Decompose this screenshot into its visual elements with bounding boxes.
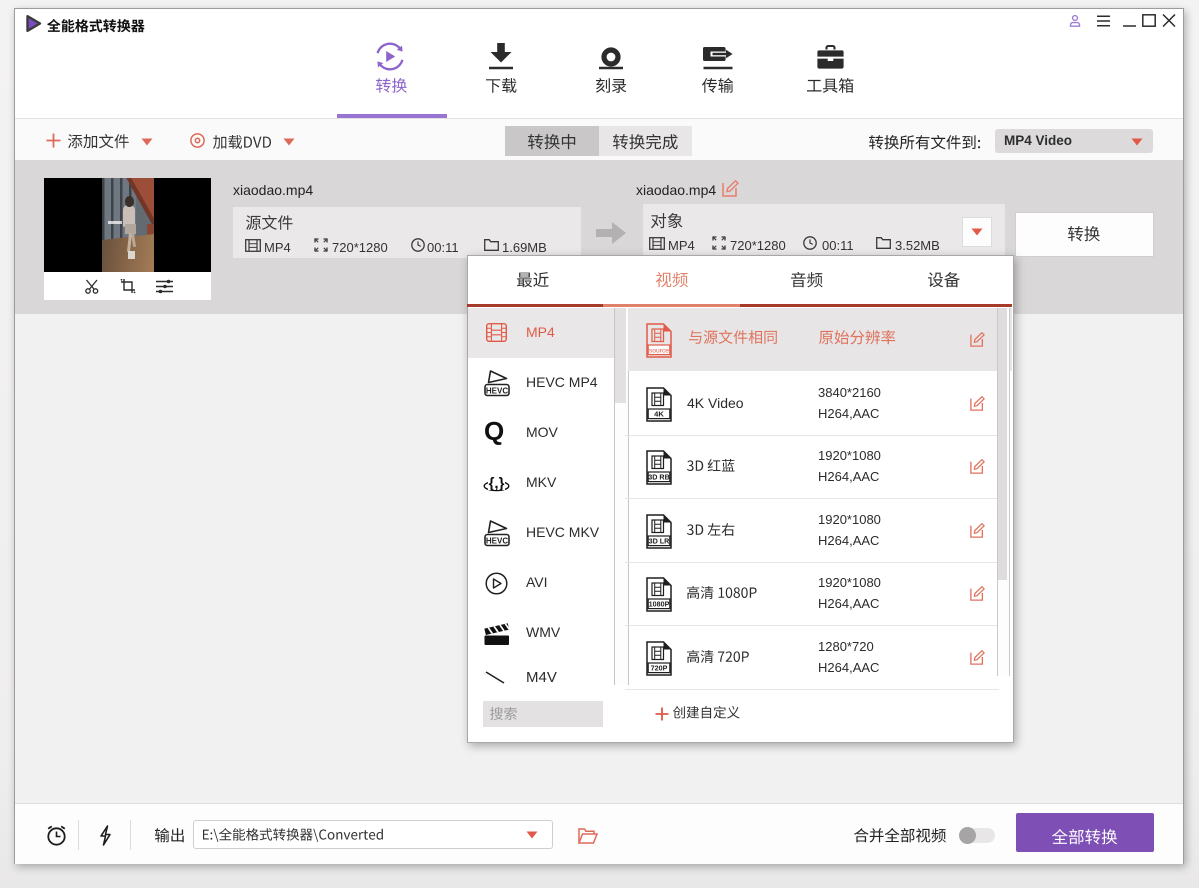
- svg-text:source: source: [649, 347, 669, 354]
- svg-text:4K: 4K: [654, 409, 664, 418]
- svg-text:1080P: 1080P: [649, 600, 670, 609]
- svg-text:3D RB: 3D RB: [648, 473, 670, 482]
- svg-text:3D LR: 3D LR: [649, 536, 671, 545]
- svg-text:HEVC: HEVC: [486, 386, 508, 395]
- svg-text:{,}: {,}: [489, 475, 505, 492]
- svg-text:HEVC: HEVC: [486, 536, 508, 545]
- svg-text:720P: 720P: [651, 663, 668, 672]
